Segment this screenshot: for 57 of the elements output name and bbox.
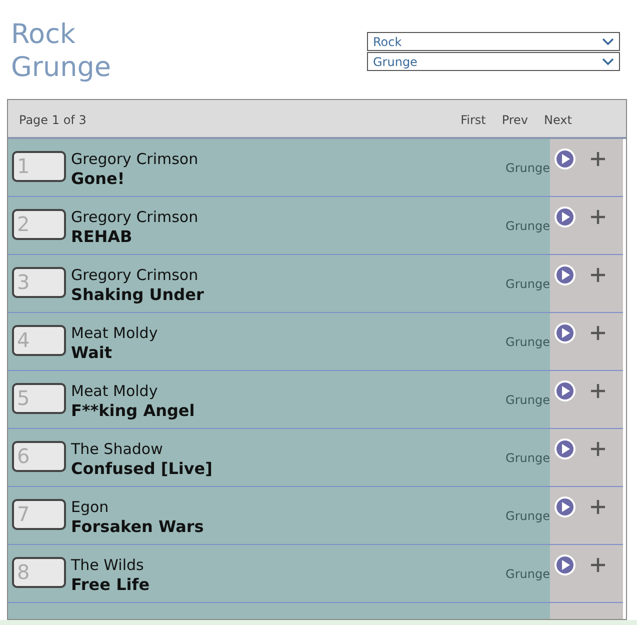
genre-label: Grunge	[506, 334, 550, 351]
add-icon[interactable]	[590, 267, 606, 283]
add-icon[interactable]	[590, 383, 606, 399]
number-field[interactable]: 3	[12, 267, 66, 298]
page-title: Rock Grunge	[11, 18, 111, 85]
genre-select[interactable]: Rock	[367, 32, 620, 51]
chevron-down-icon	[602, 38, 614, 46]
song-title: Forsaken Wars	[71, 517, 204, 537]
artist-name: Gregory Crimson	[71, 149, 198, 169]
genre-label: Grunge	[506, 566, 550, 583]
song-title: Shaking Under	[71, 285, 204, 305]
song-title: Wait	[71, 343, 114, 363]
pager-link[interactable]: Prev	[502, 111, 528, 129]
number-field[interactable]: 5	[12, 383, 66, 414]
add-icon[interactable]	[590, 499, 606, 515]
play-icon[interactable]	[554, 322, 576, 344]
pager-link[interactable]: First	[460, 111, 486, 129]
song-title: Gone!	[71, 169, 126, 189]
artist-name: Meat Moldy	[71, 381, 159, 401]
play-icon[interactable]	[554, 438, 576, 460]
artist-name: Gregory Crimson	[71, 265, 200, 285]
number-field[interactable]: 8	[12, 557, 66, 588]
genre-label: Grunge	[506, 276, 550, 293]
artist-name: Meat Moldy	[71, 323, 158, 343]
play-icon[interactable]	[554, 554, 576, 576]
play-icon[interactable]	[554, 496, 576, 518]
page-status: Page 1 of 3	[19, 112, 86, 129]
number-field[interactable]: 6	[12, 441, 66, 472]
chevron-down-icon	[602, 58, 614, 66]
add-icon[interactable]	[590, 151, 606, 167]
genre-label: Grunge	[506, 450, 550, 467]
number-field[interactable]: 7	[12, 499, 66, 530]
number-field[interactable]: 4	[12, 325, 66, 356]
genre-label: Grunge	[506, 160, 550, 177]
add-icon[interactable]	[590, 441, 606, 457]
song-title: Confused [Live]	[71, 459, 212, 479]
add-icon[interactable]	[590, 209, 606, 225]
artist-name: Gregory Crimson	[71, 207, 198, 227]
pager-link[interactable]: Next	[544, 111, 572, 129]
play-icon[interactable]	[554, 148, 576, 170]
number-field[interactable]: 1	[12, 151, 66, 182]
play-icon[interactable]	[554, 264, 576, 286]
genre-label: Grunge	[506, 508, 550, 525]
song-title: F**king Angel	[71, 401, 195, 421]
play-icon[interactable]	[554, 380, 576, 402]
add-icon[interactable]	[590, 325, 606, 341]
song-title: REHAB	[71, 227, 134, 247]
genre-select[interactable]: Grunge	[367, 52, 620, 71]
song-title: Free Life	[71, 575, 150, 595]
genre-label: Grunge	[506, 218, 550, 235]
add-icon[interactable]	[590, 557, 606, 573]
genre-label: Grunge	[506, 392, 550, 409]
number-field[interactable]: 2	[12, 209, 66, 240]
play-icon[interactable]	[554, 206, 576, 228]
artist-name: The Shadow	[71, 439, 164, 459]
artist-name: Egon	[71, 497, 110, 517]
artist-name: The Wilds	[71, 555, 145, 575]
